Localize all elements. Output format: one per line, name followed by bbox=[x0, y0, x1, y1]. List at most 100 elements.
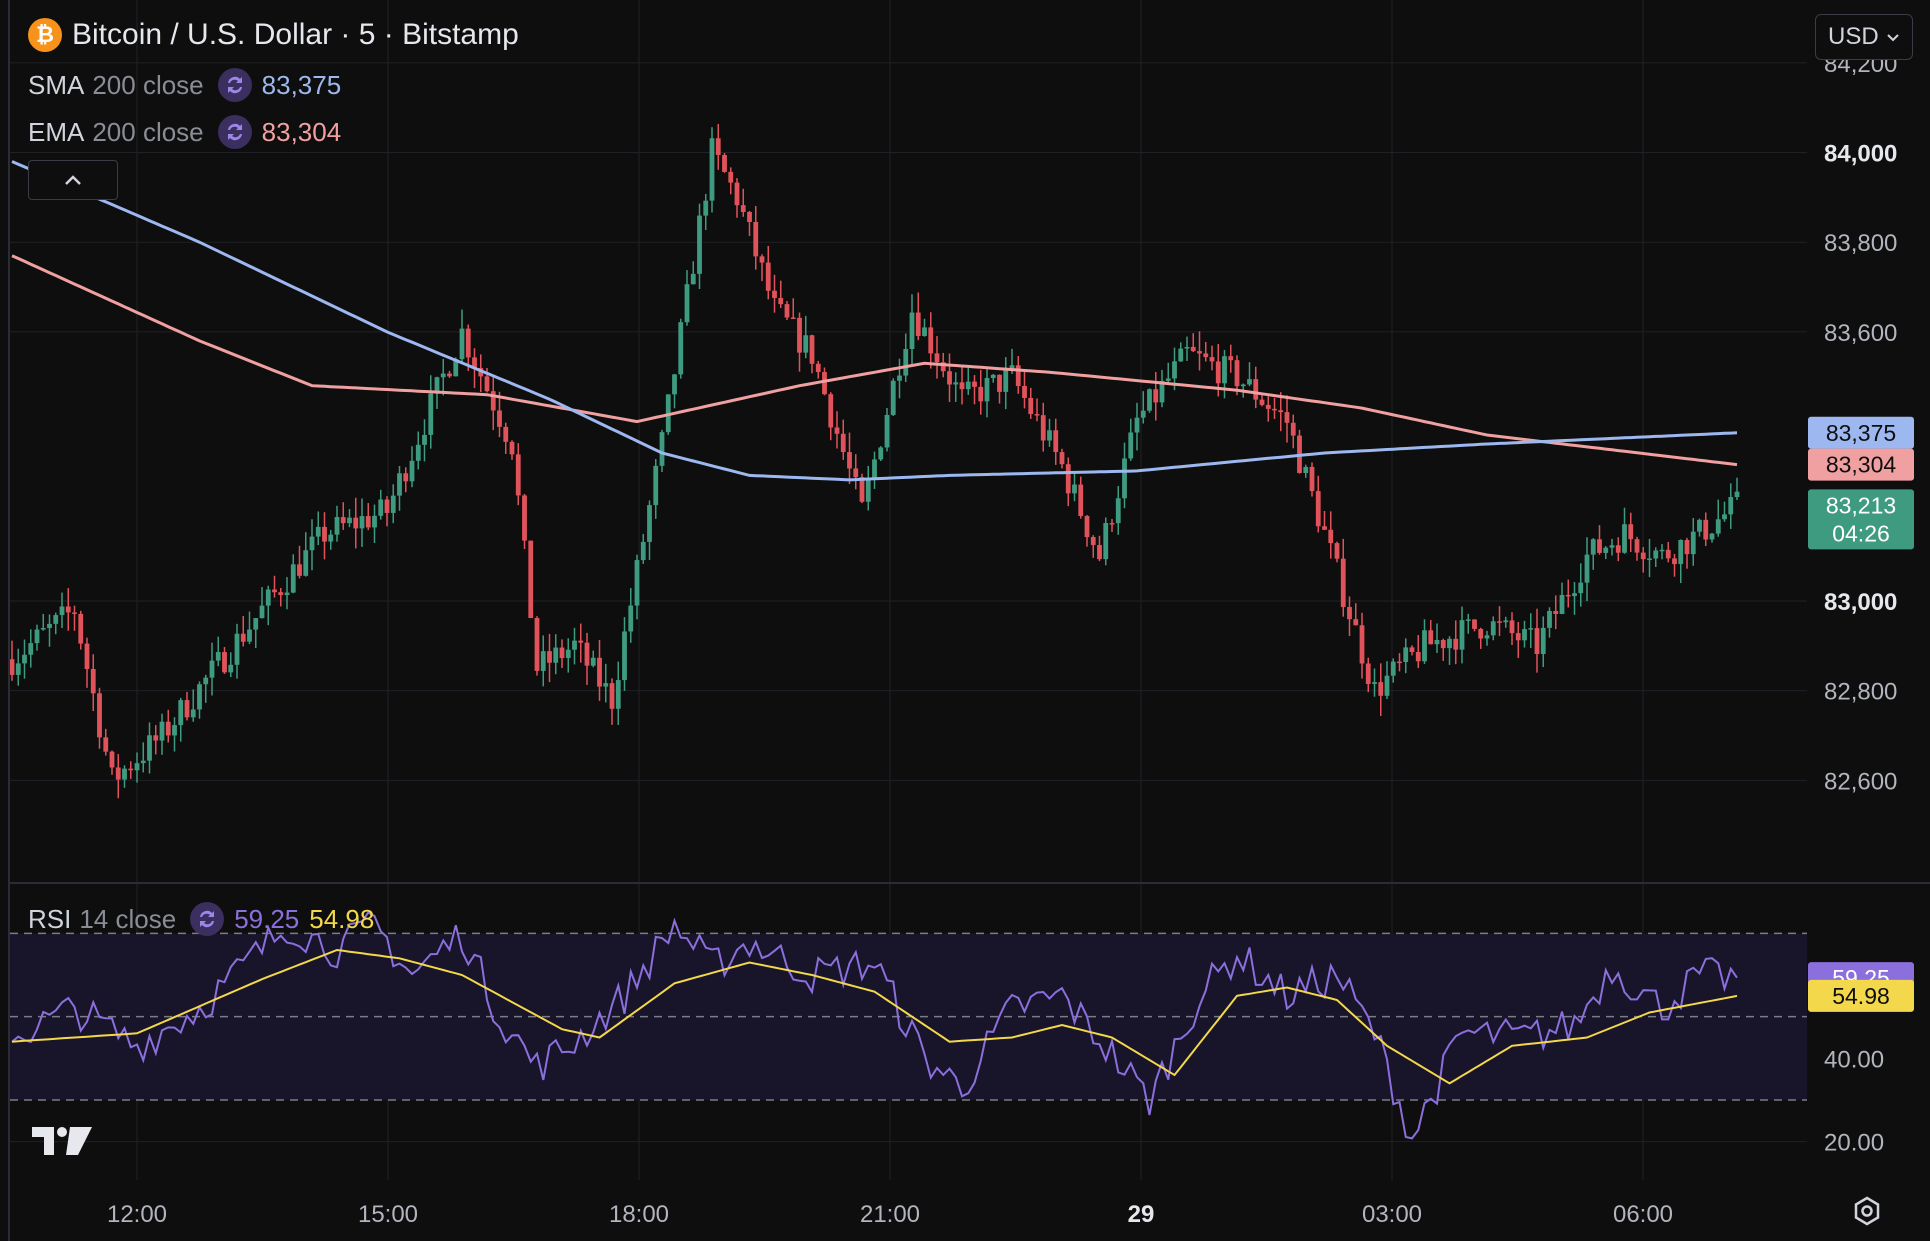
rsi-params: 14 close bbox=[79, 903, 177, 934]
candle bbox=[709, 138, 715, 201]
candle bbox=[1647, 558, 1652, 560]
candle bbox=[678, 322, 684, 375]
candle bbox=[1722, 514, 1727, 520]
candle bbox=[28, 643, 34, 655]
price-tick-label: 82,600 bbox=[1824, 768, 1897, 795]
candle bbox=[1090, 537, 1096, 546]
candle bbox=[753, 222, 759, 257]
refresh-icon[interactable] bbox=[190, 902, 225, 936]
candle bbox=[1134, 417, 1140, 433]
candle bbox=[1347, 607, 1352, 620]
last-price-tag: 83,213 bbox=[1826, 492, 1896, 518]
candle bbox=[1234, 360, 1240, 387]
candle bbox=[528, 540, 534, 618]
candle bbox=[1378, 682, 1384, 696]
candle bbox=[1472, 619, 1477, 629]
candle bbox=[1415, 651, 1421, 662]
candle bbox=[440, 373, 446, 378]
candle bbox=[1678, 540, 1684, 565]
candle bbox=[1315, 491, 1321, 527]
sma-params: 200 close bbox=[92, 69, 204, 100]
chevron-down-icon bbox=[1887, 34, 1899, 42]
candle bbox=[1365, 663, 1371, 684]
candle bbox=[115, 767, 121, 780]
ema-price-tag: 83,304 bbox=[1826, 452, 1897, 478]
price-chart[interactable]: 84,20084,00083,80083,60083,00082,80082,6… bbox=[0, 0, 1930, 1241]
candle bbox=[1259, 399, 1265, 405]
candle bbox=[403, 473, 409, 482]
candle bbox=[503, 426, 509, 442]
candle bbox=[1565, 594, 1571, 597]
candle bbox=[840, 433, 846, 453]
symbol-title: Bitcoin / U.S. Dollar · 5 · Bitstamp bbox=[72, 18, 519, 51]
candle bbox=[1372, 682, 1377, 684]
rsi-tick-label: 20.00 bbox=[1824, 1130, 1884, 1157]
currency-select[interactable]: USD bbox=[1815, 14, 1913, 60]
candle bbox=[1197, 351, 1202, 354]
candle bbox=[1222, 356, 1227, 384]
candle bbox=[515, 454, 521, 496]
candle bbox=[990, 374, 996, 379]
candle bbox=[1690, 531, 1696, 555]
legend-ema[interactable]: EMA 200 close 83,304 bbox=[28, 115, 341, 149]
candle bbox=[1497, 621, 1502, 623]
candle bbox=[53, 615, 59, 624]
candle bbox=[509, 441, 515, 455]
candle bbox=[122, 768, 127, 780]
candle bbox=[240, 633, 246, 642]
candle bbox=[153, 735, 159, 741]
symbol-header[interactable]: ₿ Bitcoin / U.S. Dollar · 5 · Bitstamp bbox=[28, 18, 519, 52]
candle bbox=[1084, 516, 1090, 538]
price-tick-label: 84,000 bbox=[1824, 141, 1897, 168]
candle bbox=[1215, 361, 1221, 384]
candle bbox=[1559, 594, 1565, 614]
refresh-icon[interactable] bbox=[217, 68, 252, 102]
candle bbox=[547, 651, 552, 663]
price-tick-label: 83,800 bbox=[1824, 230, 1897, 257]
candle bbox=[197, 684, 202, 710]
candle bbox=[715, 138, 721, 156]
settings-icon[interactable] bbox=[1852, 1196, 1882, 1231]
candle bbox=[1672, 558, 1677, 565]
candle bbox=[465, 328, 471, 358]
candle bbox=[484, 376, 490, 392]
candle bbox=[1359, 625, 1365, 664]
candle bbox=[203, 677, 209, 685]
candle bbox=[1447, 638, 1452, 649]
candle bbox=[222, 652, 227, 673]
candle bbox=[1353, 619, 1359, 626]
candle bbox=[1703, 519, 1709, 540]
candle bbox=[109, 751, 115, 768]
bitcoin-icon: ₿ bbox=[28, 18, 62, 52]
candle bbox=[1153, 389, 1159, 403]
candle bbox=[1590, 539, 1596, 555]
candle bbox=[1334, 543, 1340, 559]
candle bbox=[1340, 558, 1346, 608]
legend-sma[interactable]: SMA 200 close 83,375 bbox=[28, 68, 341, 102]
currency-label: USD bbox=[1828, 23, 1879, 50]
candle bbox=[765, 262, 771, 291]
collapse-legend-button[interactable] bbox=[28, 160, 118, 200]
candle bbox=[422, 434, 427, 445]
candle bbox=[890, 380, 896, 415]
candle bbox=[1528, 628, 1534, 630]
time-tick-label: 03:00 bbox=[1362, 1201, 1422, 1228]
candle bbox=[1165, 378, 1171, 381]
candle bbox=[909, 312, 915, 349]
candle bbox=[522, 495, 527, 541]
candle bbox=[1309, 466, 1315, 492]
candle bbox=[865, 478, 871, 502]
candle bbox=[1465, 619, 1471, 621]
candle bbox=[97, 693, 102, 738]
candle bbox=[847, 452, 852, 469]
candle bbox=[1728, 497, 1734, 515]
candle bbox=[972, 381, 977, 387]
tradingview-logo-icon[interactable] bbox=[32, 1125, 94, 1162]
countdown-tag: 04:26 bbox=[1832, 520, 1890, 546]
refresh-icon[interactable] bbox=[217, 115, 252, 149]
candle bbox=[872, 459, 877, 479]
candle bbox=[1434, 639, 1440, 645]
candle bbox=[828, 394, 834, 428]
candle bbox=[578, 640, 584, 643]
legend-rsi[interactable]: RSI 14 close 59.25 54.98 bbox=[28, 902, 374, 936]
